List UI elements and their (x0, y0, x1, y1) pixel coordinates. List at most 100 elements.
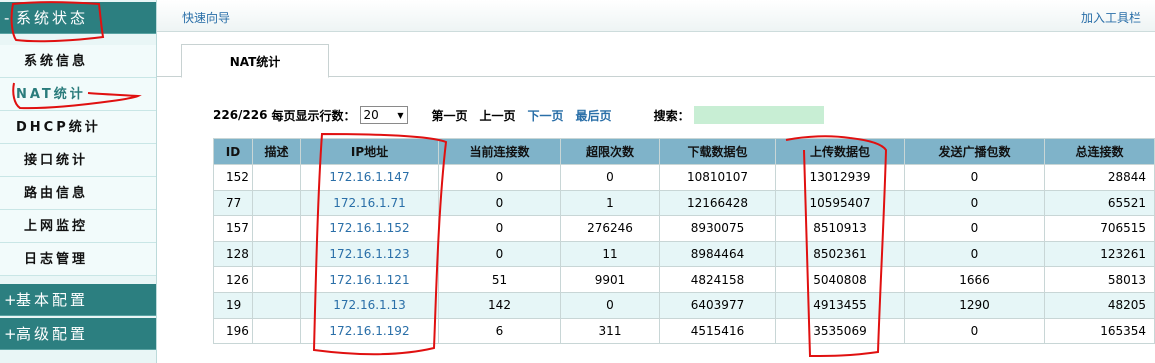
cell-total-connections: 58013 (1044, 266, 1155, 293)
cell-upload-packets: 4913455 (775, 291, 905, 319)
cell-current-connections: 0 (438, 215, 561, 242)
cell-current-connections: 6 (438, 317, 561, 345)
cell-overlimit-count: 1 (560, 189, 660, 217)
cell-overlimit-count: 0 (560, 291, 660, 319)
sidebar-item-internet-monitor[interactable]: 上网监控 (0, 210, 156, 243)
cell-description (252, 215, 301, 242)
table-row: 152 172.16.1.147 0 0 10810107 13012939 0 28844 (213, 164, 1155, 191)
cell-download-packets: 4824158 (659, 266, 776, 293)
chevron-down-icon: ▼ (397, 110, 404, 120)
cell-description (252, 266, 301, 293)
cell-broadcast-packets: 1290 (904, 291, 1045, 319)
cell-current-connections: 0 (438, 240, 561, 268)
column-header-download-packets[interactable]: 下载数据包 (659, 138, 776, 165)
cell-id: 126 (213, 266, 253, 293)
rows-per-page-label: 每页显示行数： (271, 108, 356, 123)
sidebar-item-dhcp-stats[interactable]: DHCP统计 (0, 111, 156, 144)
sidebar-section-basic-config[interactable]: +基本配置 (0, 284, 156, 316)
column-header-current-connections[interactable]: 当前连接数 (438, 138, 561, 165)
column-header-id[interactable]: ID (213, 138, 253, 165)
cell-upload-packets: 3535069 (775, 317, 905, 345)
tab-nat-stats[interactable]: NAT统计 (181, 44, 329, 78)
table-row: 128 172.16.1.123 0 11 8984464 8502361 0 123261 (213, 240, 1155, 268)
sidebar-item-system-info[interactable]: 系统信息 (0, 45, 156, 78)
column-header-description[interactable]: 描述 (252, 138, 301, 165)
cell-broadcast-packets: 0 (904, 215, 1045, 242)
table-row: 126 172.16.1.121 51 9901 4824158 5040808 1666 5… (213, 266, 1155, 293)
cell-current-connections: 142 (438, 291, 561, 319)
column-header-total-connections[interactable]: 总连接数 (1044, 138, 1155, 165)
sidebar-item-route-info[interactable]: 路由信息 (0, 177, 156, 210)
cell-download-packets: 4515416 (659, 317, 776, 345)
cell-id: 77 (213, 189, 253, 217)
cell-total-connections: 706515 (1044, 215, 1155, 242)
expand-icon: + (4, 325, 20, 343)
cell-description (252, 291, 301, 319)
collapse-icon: - (4, 9, 13, 27)
next-page-button[interactable]: 下一页 (528, 107, 564, 124)
rows-per-page-select[interactable]: 20 ▼ (359, 106, 408, 124)
cell-total-connections: 165354 (1044, 317, 1155, 345)
cell-upload-packets: 8502361 (775, 240, 905, 268)
cell-broadcast-packets: 0 (904, 317, 1045, 345)
table-header-row: ID 描述 IP地址 当前连接数 超限次数 下载数据包 上传数据包 发送广播包数 总连接数 (213, 138, 1155, 165)
table-row: 19 172.16.1.13 142 0 6403977 4913455 1290 48205 (213, 291, 1155, 319)
cell-upload-packets: 5040808 (775, 266, 905, 293)
cell-current-connections: 51 (438, 266, 561, 293)
record-count: 226/226 (213, 108, 268, 122)
column-header-ip-address[interactable]: IP地址 (300, 138, 439, 165)
cell-total-connections: 65521 (1044, 189, 1155, 217)
cell-ip-address[interactable]: 172.16.1.152 (300, 215, 439, 242)
rows-per-page-value: 20 (363, 108, 379, 122)
tab-strip: NAT统计 (157, 43, 1155, 78)
sidebar-section-label: 高级配置 (16, 325, 89, 343)
expand-icon: + (4, 291, 20, 309)
column-header-upload-packets[interactable]: 上传数据包 (775, 138, 905, 165)
prev-page-button[interactable]: 上一页 (480, 107, 516, 124)
cell-download-packets: 8984464 (659, 240, 776, 268)
sidebar-item-interface-stats[interactable]: 接口统计 (0, 144, 156, 177)
first-page-button[interactable]: 第一页 (432, 107, 468, 124)
search-input[interactable] (693, 106, 824, 124)
cell-download-packets: 8930075 (659, 215, 776, 242)
cell-description (252, 317, 301, 345)
cell-ip-address[interactable]: 172.16.1.147 (300, 164, 439, 191)
cell-total-connections: 48205 (1044, 291, 1155, 319)
quick-guide-link[interactable]: 快速向导 (182, 9, 230, 26)
last-page-button[interactable]: 最后页 (576, 107, 612, 124)
cell-ip-address[interactable]: 172.16.1.192 (300, 317, 439, 345)
cell-id: 19 (213, 291, 253, 319)
sidebar-item-nat-stats[interactable]: NAT统计 (0, 78, 156, 111)
sidebar-section-system-status[interactable]: - 系统状态 (0, 2, 156, 34)
add-toolbar-link[interactable]: 加入工具栏 (1081, 9, 1141, 26)
table-row: 157 172.16.1.152 0 276246 8930075 8510913 0 706… (213, 215, 1155, 242)
table-row: 196 172.16.1.192 6 311 4515416 3535069 0 165354 (213, 317, 1155, 345)
sidebar-section-advanced-config[interactable]: +高级配置 (0, 318, 156, 350)
cell-ip-address[interactable]: 172.16.1.121 (300, 266, 439, 293)
cell-ip-address[interactable]: 172.16.1.13 (300, 291, 439, 319)
cell-overlimit-count: 11 (560, 240, 660, 268)
sidebar-item-log-management[interactable]: 日志管理 (0, 243, 156, 276)
app-root: - 系统状态 系统信息 NAT统计 DHCP统计 接口统计 路由信息 上网监控 日… (0, 0, 1155, 363)
cell-upload-packets: 8510913 (775, 215, 905, 242)
cell-ip-address[interactable]: 172.16.1.123 (300, 240, 439, 268)
search-label: 搜索： (653, 108, 690, 123)
cell-ip-address[interactable]: 172.16.1.71 (300, 189, 439, 217)
cell-id: 152 (213, 164, 253, 191)
cell-broadcast-packets: 0 (904, 164, 1045, 191)
top-bar: 快速向导 加入工具栏 (157, 0, 1155, 32)
cell-upload-packets: 13012939 (775, 164, 905, 191)
cell-id: 128 (213, 240, 253, 268)
column-header-broadcast-packets[interactable]: 发送广播包数 (904, 138, 1045, 165)
cell-description (252, 240, 301, 268)
table-row: 77 172.16.1.71 0 1 12166428 10595407 0 65521 (213, 189, 1155, 217)
column-header-overlimit-count[interactable]: 超限次数 (560, 138, 660, 165)
cell-overlimit-count: 9901 (560, 266, 660, 293)
cell-download-packets: 10810107 (659, 164, 776, 191)
cell-overlimit-count: 276246 (560, 215, 660, 242)
pager: 226/226 每页显示行数： 20 ▼ 第一页 上一页 下一页 最后页 搜索： (213, 106, 824, 124)
cell-broadcast-packets: 0 (904, 240, 1045, 268)
nat-stats-table: ID 描述 IP地址 当前连接数 超限次数 下载数据包 上传数据包 发送广播包数 总连接数 15… (213, 138, 1155, 345)
cell-download-packets: 6403977 (659, 291, 776, 319)
cell-broadcast-packets: 1666 (904, 266, 1045, 293)
